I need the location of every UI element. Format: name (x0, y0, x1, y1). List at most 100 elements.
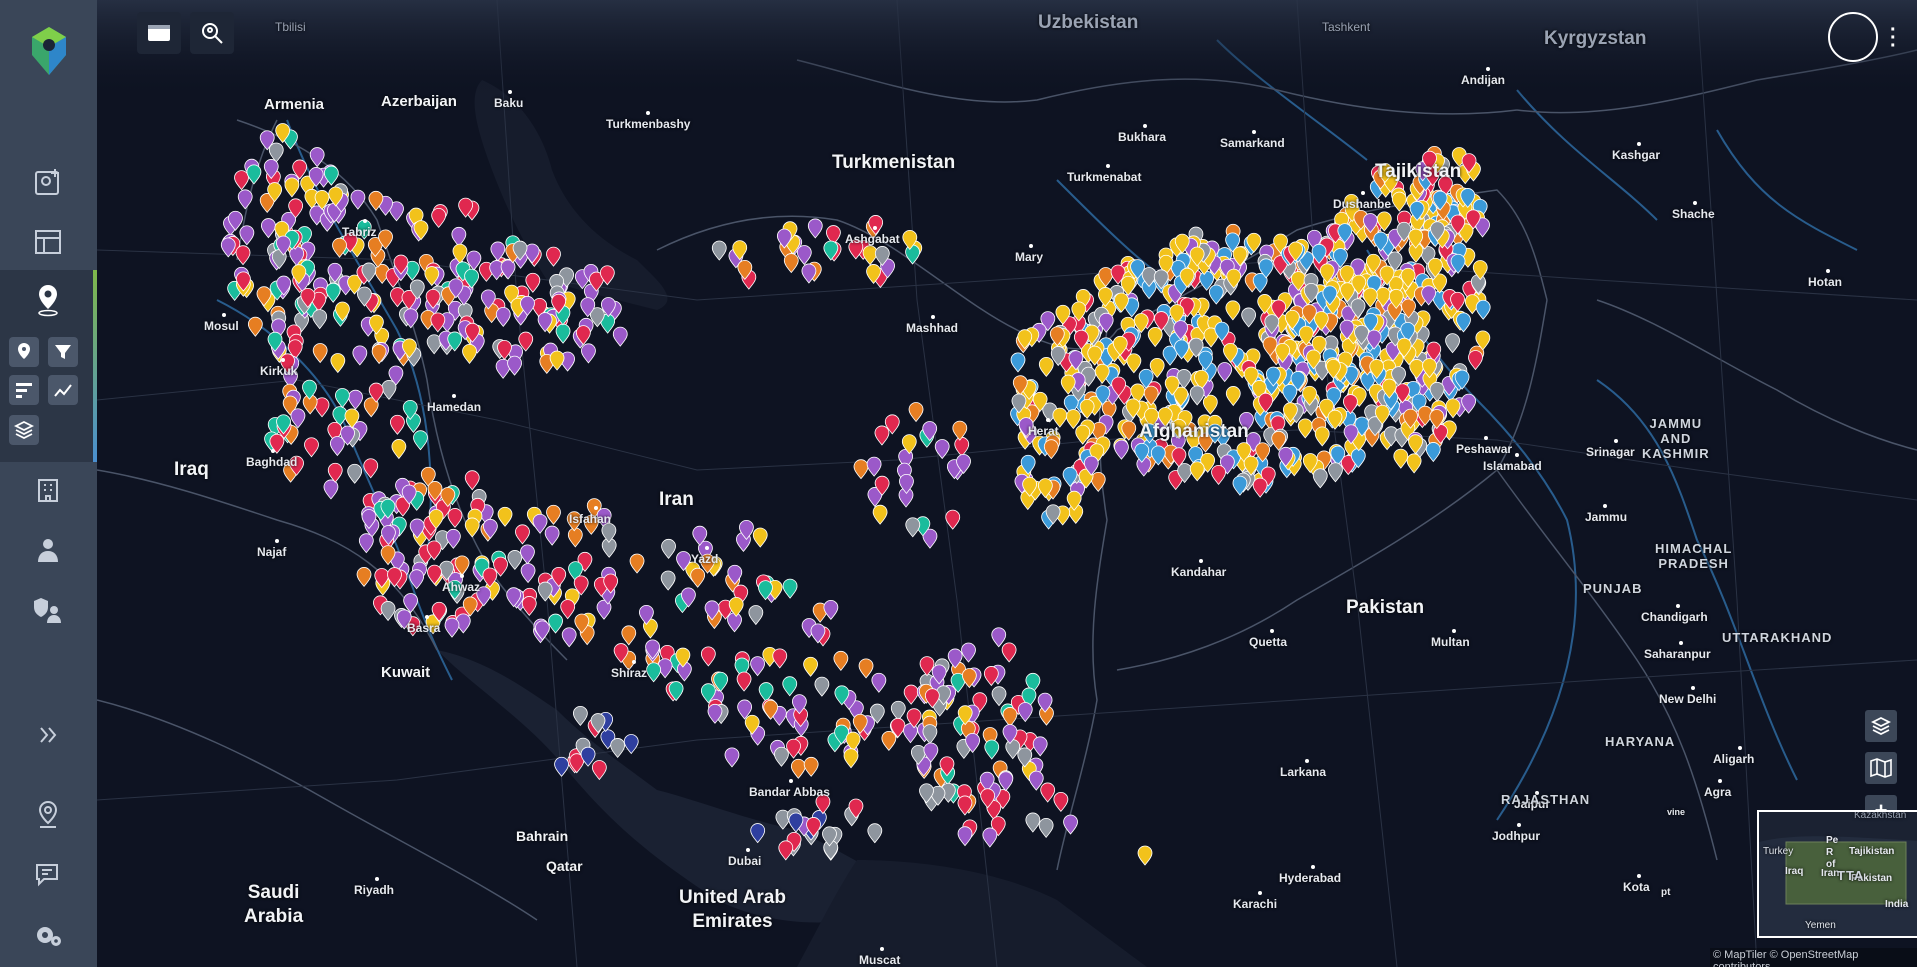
location-settings-icon[interactable] (28, 795, 68, 835)
city-dot (873, 226, 877, 230)
expand-chevrons-icon[interactable] (28, 715, 68, 755)
city-label: Mashhad (906, 321, 959, 335)
city-label: Saharanpur (1644, 647, 1711, 661)
country-label: Turkmenistan (832, 152, 956, 173)
city-dot (1029, 244, 1033, 248)
map-attribution[interactable]: © MapTiler © OpenStreetMap contributors (1710, 948, 1917, 967)
layers-icon (1871, 716, 1891, 736)
city-label: Jodhpur (1492, 829, 1540, 843)
city-label: Basra (407, 621, 441, 635)
map-background (97, 0, 1917, 967)
city-label: Hamedan (427, 400, 482, 414)
city-dot (1718, 779, 1722, 783)
city-label: Mary (1015, 250, 1044, 264)
city-label: Larkana (1280, 765, 1327, 779)
report-edit-icon[interactable] (28, 855, 68, 895)
minimap-label: Yemen (1805, 920, 1836, 931)
city-label: Aligarh (1713, 752, 1755, 766)
city-label: Najaf (257, 545, 287, 559)
country-label: Kuwait (381, 664, 431, 681)
minimap-edge-label: of (1826, 859, 1836, 870)
city-dot (1679, 641, 1683, 645)
region-label: PUNJAB (1583, 581, 1643, 596)
trend-chart-icon[interactable] (48, 375, 78, 405)
city-dot (1310, 865, 1315, 869)
city-label: Baku (494, 96, 524, 110)
location-pin-icon[interactable] (28, 280, 68, 320)
region-label: TTA (1837, 868, 1865, 883)
city-label: Chandigarh (1641, 610, 1708, 624)
city-dot (508, 90, 512, 94)
city-label: Yazd (691, 552, 719, 566)
country-label: Kyrgyzstan (1544, 28, 1647, 49)
city-label: Bandar Abbas (749, 785, 830, 799)
city-label: Isfahan (569, 512, 612, 526)
city-label: Ashgabat (845, 232, 900, 246)
city-dot (1304, 759, 1309, 763)
country-label: Bahrain (516, 828, 569, 844)
shield-users-icon[interactable] (28, 590, 68, 630)
city-label: Dubai (728, 854, 762, 868)
map-add-icon[interactable] (28, 162, 68, 202)
building-icon[interactable] (28, 470, 68, 510)
city-dot (593, 506, 598, 510)
layers-stack-icon[interactable] (9, 415, 39, 445)
basemap-icon (1870, 758, 1892, 778)
map-canvas[interactable]: Uzbekistan Kyrgyzstan Armenia Azerbaijan… (97, 0, 1917, 967)
minimap-label: Kazakhstan (1854, 810, 1907, 821)
country-label: Tajikistan (1375, 161, 1462, 182)
city-dot (880, 947, 884, 951)
layers-button[interactable] (1865, 710, 1897, 742)
user-avatar-button[interactable] (1828, 12, 1878, 62)
city-dot (375, 877, 379, 881)
city-dot (1637, 874, 1641, 878)
city-label: Kandahar (1171, 565, 1227, 579)
hexagon-pin-logo[interactable] (26, 24, 72, 78)
minimap-label: Turkey (1763, 846, 1794, 857)
country-label: Armenia (264, 96, 325, 113)
minimap-edge-label: vine (1667, 807, 1686, 817)
city-dot (1614, 439, 1618, 443)
city-dot (1452, 629, 1456, 633)
city-label: Kirkuk (260, 364, 298, 378)
basemap-button[interactable] (1865, 752, 1897, 784)
city-dot (789, 779, 793, 783)
city-dot (1693, 201, 1697, 205)
city-label: Herat (1028, 424, 1059, 438)
dashboard-layout-icon[interactable] (28, 222, 68, 262)
country-label: Uzbekistan (1038, 12, 1139, 33)
city-label: Tashkent (1322, 20, 1371, 34)
settings-gear-icon[interactable] (28, 915, 68, 955)
city-dot (459, 574, 464, 578)
city-dot (1825, 269, 1830, 273)
city-label: Kashgar (1612, 148, 1661, 162)
user-badge-icon[interactable] (28, 530, 68, 570)
minimap-edge-label: pt (1661, 887, 1671, 898)
city-label: Srinagar (1586, 445, 1635, 459)
city-dot (1690, 686, 1695, 690)
city-label: Andijan (1461, 73, 1505, 87)
city-dot (1737, 746, 1742, 750)
city-label: Hotan (1808, 275, 1842, 289)
minimap-label: Tajikistan (1849, 846, 1895, 857)
search-location-icon (202, 23, 223, 44)
city-label: Kota (1623, 880, 1650, 894)
city-dot (221, 313, 226, 317)
city-dot (1484, 436, 1488, 440)
city-dot (1516, 823, 1521, 827)
search-location-button[interactable] (190, 12, 234, 54)
city-label: Tabriz (342, 225, 377, 239)
bar-chart-icon[interactable] (9, 375, 39, 405)
city-dot (1199, 559, 1203, 563)
city-dot (1142, 124, 1147, 128)
city-dot (281, 358, 285, 362)
filter-icon[interactable] (48, 337, 78, 367)
city-label: Bukhara (1118, 130, 1167, 144)
city-label: Peshawar (1456, 442, 1513, 456)
panel-toggle-button[interactable] (137, 12, 181, 54)
top-fade (97, 0, 1917, 100)
more-menu-icon[interactable]: · · · (1890, 20, 1897, 56)
region-label: HIMACHAL PRADESH (1655, 541, 1733, 571)
pin-tool-icon[interactable] (9, 337, 39, 367)
city-label: Multan (1431, 635, 1470, 649)
